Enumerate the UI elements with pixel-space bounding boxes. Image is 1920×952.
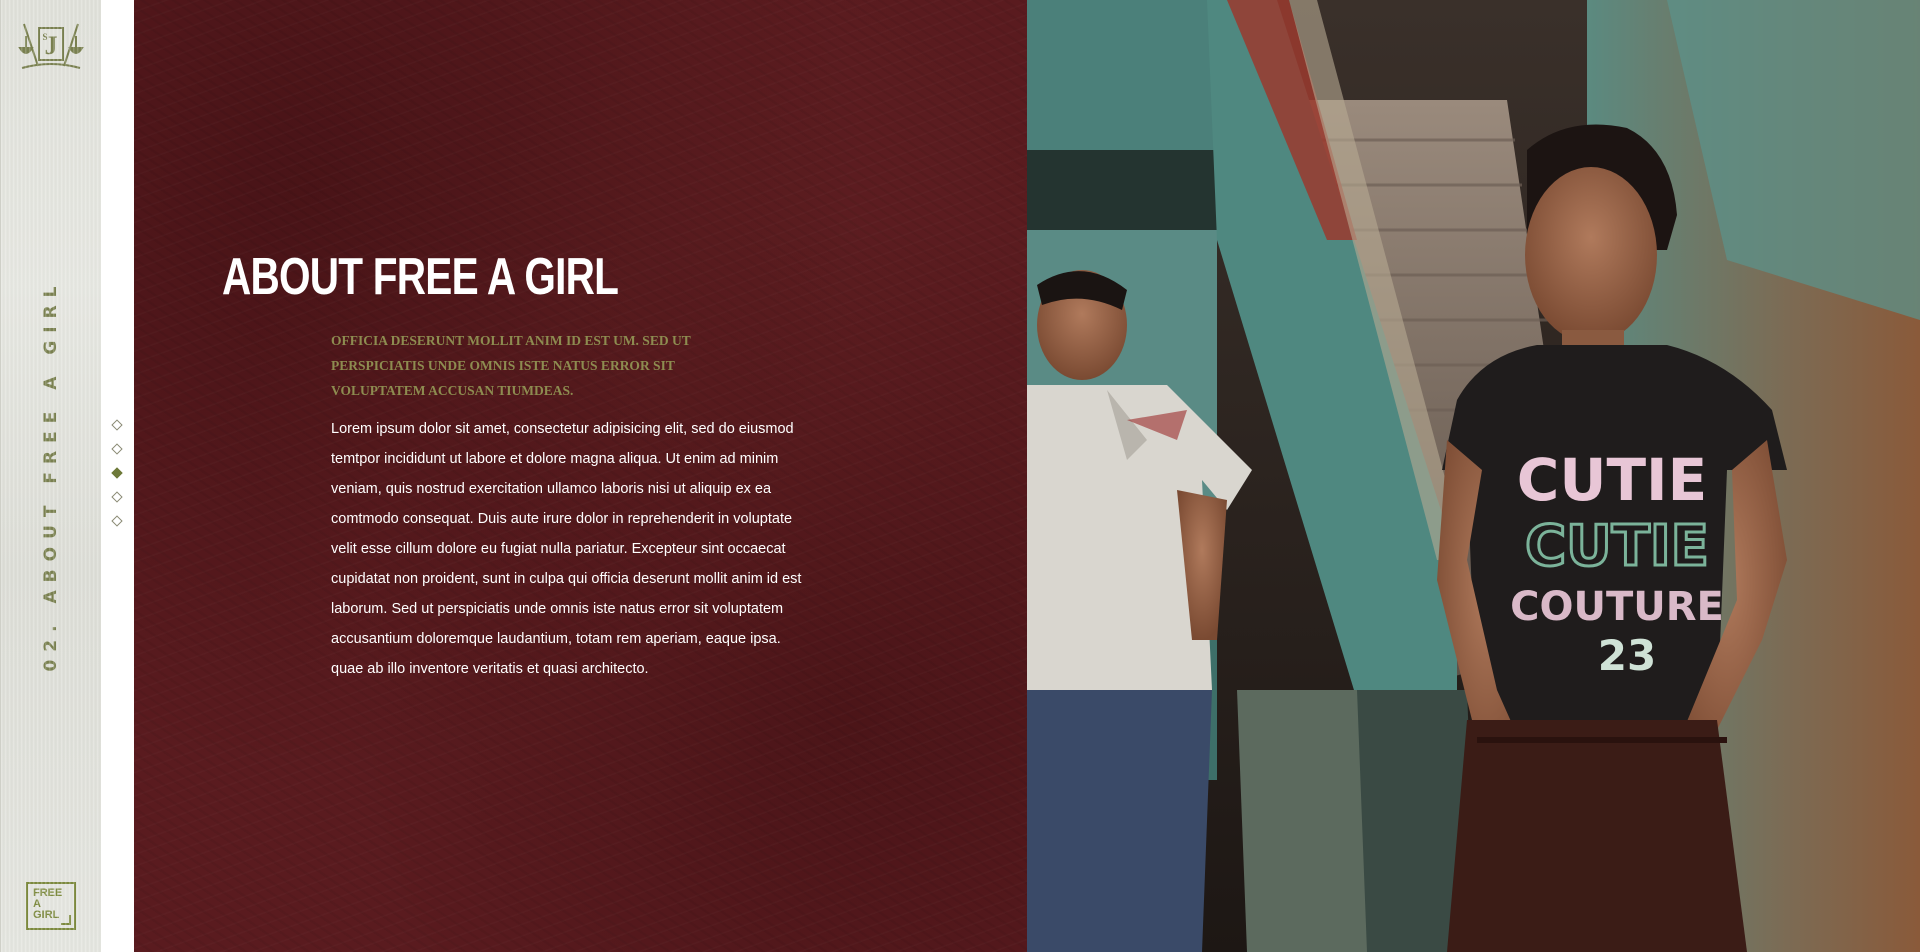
shirt-text-line2: CUTIE (1525, 514, 1709, 579)
section-pagination (111, 419, 125, 541)
lead-paragraph: OFFICIA DESERUNT MOLLIT ANIM ID EST UM. … (331, 333, 691, 398)
pagination-dot-3-active[interactable] (111, 467, 123, 479)
sidebar: J S 02. ABOUT FREE A GIRL FREE A GIRL (0, 0, 101, 952)
body-paragraph: Lorem ipsum dolor sit amet, consectetur … (331, 421, 802, 677)
free-a-girl-logo[interactable]: FREE A GIRL (26, 882, 76, 930)
section-title-vertical: 02. ABOUT FREE A GIRL (41, 278, 61, 672)
shirt-number: 23 (1598, 631, 1656, 680)
pagination-dot-5[interactable] (111, 515, 123, 527)
page-title: ABOUT FREE A GIRL (222, 248, 619, 306)
pagination-dot-2[interactable] (111, 443, 123, 455)
pagination-dot-1[interactable] (111, 419, 123, 431)
logo-line-girl: GIRL (33, 909, 60, 921)
svg-text:S: S (42, 32, 47, 42)
pagination-dot-4[interactable] (111, 491, 123, 503)
hero-photo: CUTIE CUTIE COUTURE 23 (1027, 0, 1920, 952)
justice-scales-logo-icon[interactable]: J S (16, 18, 86, 74)
about-content-panel: ABOUT FREE A GIRL OFFICIA DESERUNT MOLLI… (134, 0, 1027, 952)
photo-illustration: CUTIE CUTIE COUTURE 23 (1027, 0, 1920, 952)
shirt-text-line3: COUTURE (1510, 584, 1724, 630)
shirt-text-line1: CUTIE (1517, 446, 1707, 514)
